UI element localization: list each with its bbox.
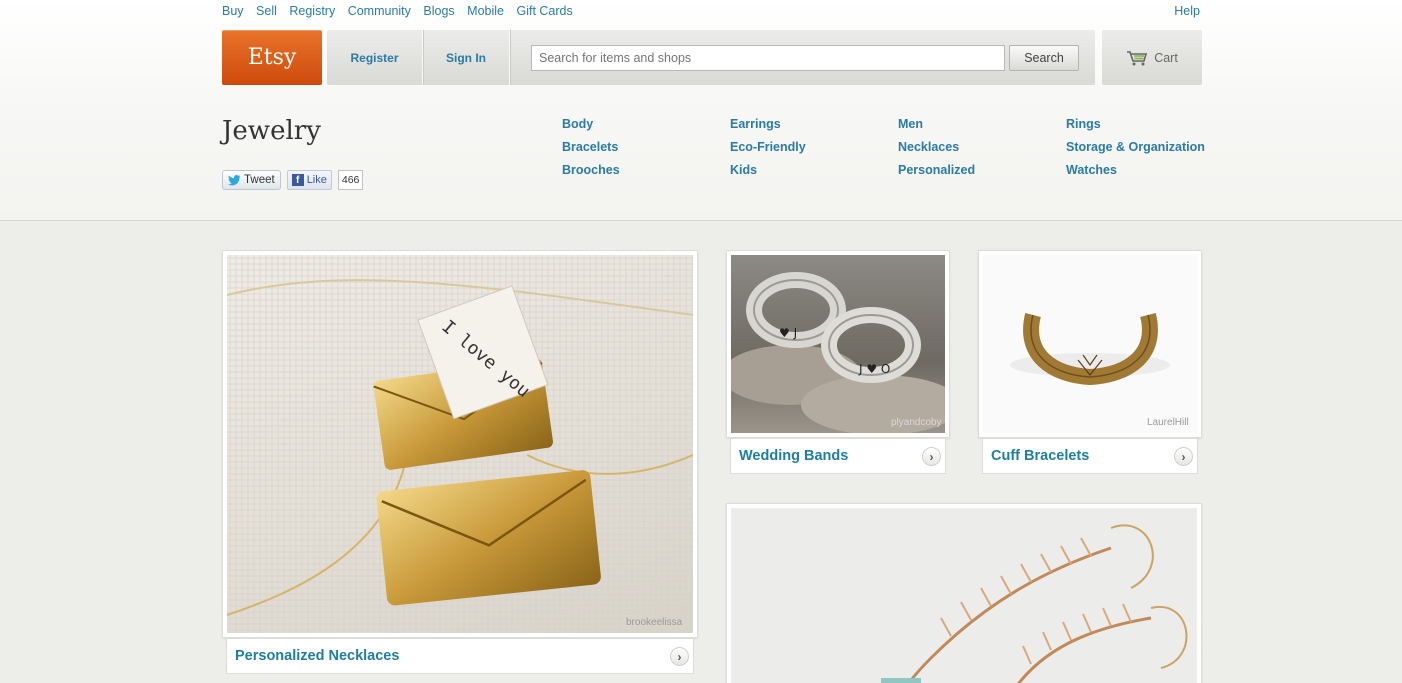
photo-credit: brookeelissa bbox=[626, 617, 683, 628]
subcategory-link[interactable]: Earrings bbox=[730, 117, 781, 131]
feature-card-wedding-bands[interactable]: ♥ J J ♥ O plyandcoby bbox=[726, 250, 950, 438]
cart-icon bbox=[1127, 50, 1148, 65]
link-registry[interactable]: Registry bbox=[289, 4, 335, 18]
feature-label-wedding-bands[interactable]: Wedding Bands › bbox=[730, 438, 946, 474]
subcategory-link[interactable]: Body bbox=[562, 117, 593, 131]
feature-label-necklaces[interactable]: Personalized Necklaces › bbox=[226, 638, 694, 674]
subcategory-link[interactable]: Rings bbox=[1066, 117, 1101, 131]
etsy-logo[interactable]: Etsy bbox=[222, 30, 322, 85]
like-count: 466 bbox=[337, 170, 364, 190]
subcategory-link[interactable]: Brooches bbox=[562, 163, 620, 177]
top-links: Buy Sell Registry Community Blogs Mobile… bbox=[222, 4, 582, 18]
rings-illustration: ♥ J J ♥ O bbox=[731, 272, 945, 433]
subcategory-link[interactable]: Storage & Organization bbox=[1066, 140, 1205, 154]
social-buttons: Tweet f Like 466 bbox=[222, 170, 364, 190]
link-blogs[interactable]: Blogs bbox=[423, 4, 454, 18]
cuff-illustration bbox=[1010, 313, 1170, 386]
cart-button[interactable]: Cart bbox=[1102, 30, 1202, 85]
photo-credit: plyandcoby bbox=[891, 417, 942, 428]
cuff-bracelet-photo bbox=[983, 255, 1197, 433]
link-buy[interactable]: Buy bbox=[222, 4, 244, 18]
subcategory-link[interactable]: Necklaces bbox=[898, 140, 959, 154]
subcategory-link[interactable]: Watches bbox=[1066, 163, 1117, 177]
subcategory-link[interactable]: Bracelets bbox=[562, 140, 618, 154]
feature-card-necklaces[interactable]: I love you brookeelissa bbox=[222, 250, 698, 638]
twitter-bird-icon bbox=[228, 174, 241, 185]
subcategory-link[interactable]: Men bbox=[898, 117, 923, 131]
tweet-label: Tweet bbox=[244, 174, 275, 186]
tweet-button[interactable]: Tweet bbox=[222, 170, 281, 190]
chevron-right-icon[interactable]: › bbox=[670, 647, 689, 666]
help-link[interactable]: Help bbox=[1174, 4, 1200, 18]
subcategory-link[interactable]: Eco-Friendly bbox=[730, 140, 806, 154]
feature-title: Wedding Bands bbox=[739, 448, 849, 464]
page-title: Jewelry bbox=[222, 116, 321, 146]
photo-credit: LaurelHill bbox=[1147, 417, 1189, 428]
sign-in-button[interactable]: Sign In bbox=[423, 30, 510, 85]
nav-bar: Register Sign In Search bbox=[327, 30, 1095, 85]
necklace-photo: I love you bbox=[227, 255, 693, 633]
subcategory-link[interactable]: Personalized bbox=[898, 163, 975, 177]
feature-card-earrings[interactable] bbox=[726, 503, 1202, 683]
link-sell[interactable]: Sell bbox=[256, 4, 277, 18]
link-gift-cards[interactable]: Gift Cards bbox=[516, 4, 572, 18]
chevron-right-icon[interactable]: › bbox=[1174, 447, 1193, 466]
cart-label: Cart bbox=[1154, 50, 1178, 65]
feature-title: Cuff Bracelets bbox=[991, 448, 1090, 464]
like-label: Like bbox=[306, 174, 327, 186]
svg-text:J ♥ O: J ♥ O bbox=[858, 362, 890, 376]
link-mobile[interactable]: Mobile bbox=[467, 4, 504, 18]
feature-label-cuff-bracelets[interactable]: Cuff Bracelets › bbox=[982, 438, 1198, 474]
necklace-illustration: I love you bbox=[227, 255, 693, 633]
subcategory-link[interactable]: Kids bbox=[730, 163, 757, 177]
facebook-like-button[interactable]: f Like bbox=[286, 170, 332, 190]
register-button[interactable]: Register bbox=[327, 30, 423, 85]
search-button[interactable]: Search bbox=[1009, 45, 1079, 71]
facebook-icon: f bbox=[291, 174, 304, 186]
earrings-photo bbox=[731, 508, 1197, 683]
feature-title: Personalized Necklaces bbox=[235, 648, 400, 664]
feature-card-cuff-bracelets[interactable]: LaurelHill bbox=[978, 250, 1202, 438]
wedding-bands-photo: ♥ J J ♥ O bbox=[731, 255, 945, 433]
search-input[interactable] bbox=[531, 45, 1005, 71]
link-community[interactable]: Community bbox=[348, 4, 411, 18]
chevron-right-icon[interactable]: › bbox=[922, 447, 941, 466]
svg-text:♥ J: ♥ J bbox=[779, 326, 797, 340]
earrings-illustration bbox=[881, 524, 1188, 683]
